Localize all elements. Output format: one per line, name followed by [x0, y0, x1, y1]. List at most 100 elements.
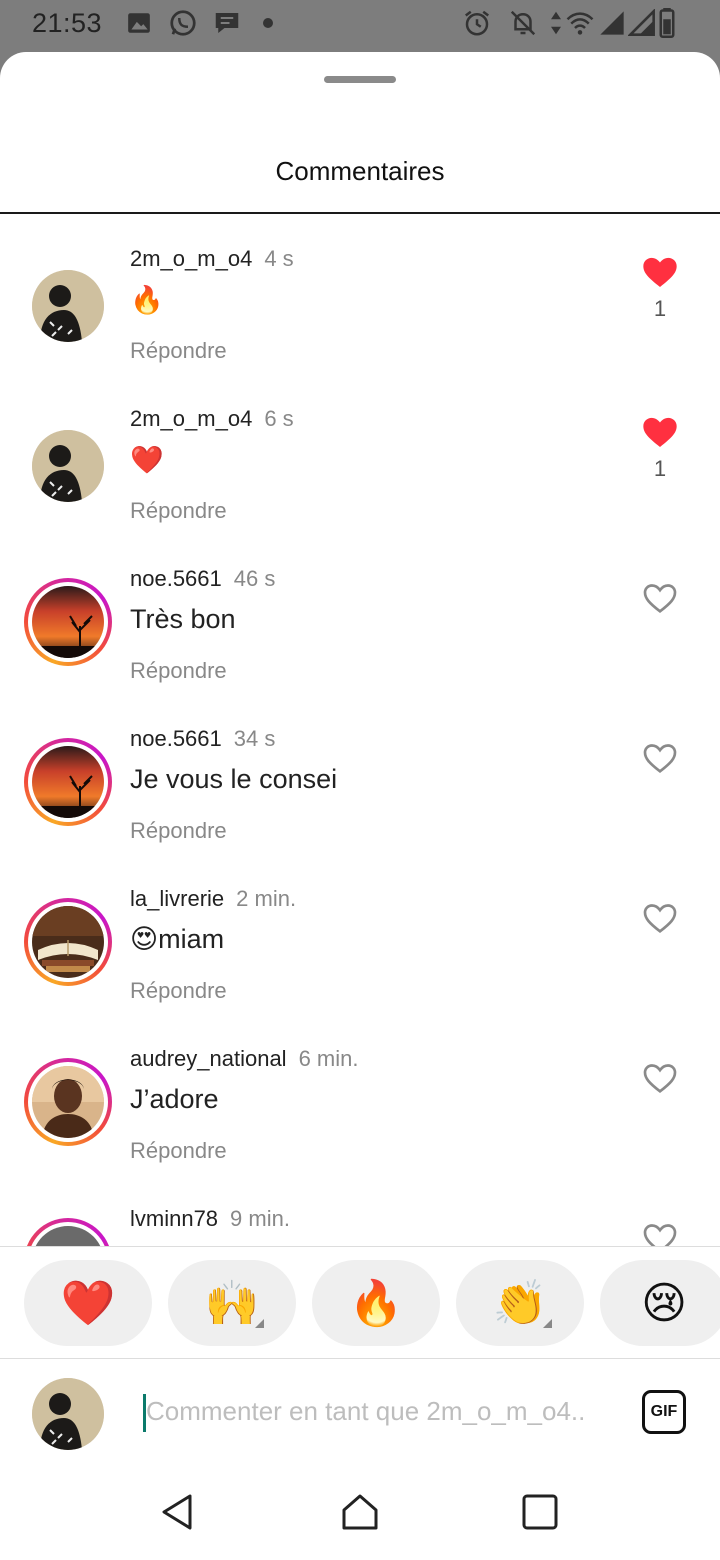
- comment-username[interactable]: audrey_national: [130, 1046, 287, 1071]
- wifi-icon: [564, 8, 596, 38]
- recents-icon[interactable]: [516, 1488, 564, 1536]
- comment-time: 6 min.: [298, 1046, 359, 1071]
- avatar-story-ring: [28, 1062, 108, 1142]
- heart-icon[interactable]: [640, 1058, 680, 1098]
- heart-filled-icon[interactable]: [640, 412, 680, 452]
- comment-avatar[interactable]: [24, 1218, 112, 1246]
- comment-row[interactable]: 2m_o_m_o4 6 s ❤️ Répondre 1: [0, 406, 720, 566]
- like-count: 1: [653, 456, 667, 481]
- comment-meta: la_livrerie 2 min.: [130, 886, 296, 912]
- reply-button[interactable]: Répondre: [130, 338, 227, 364]
- avatar-story-ring: [28, 1222, 108, 1246]
- comment-avatar[interactable]: [24, 738, 112, 826]
- comment-avatar[interactable]: [24, 898, 112, 986]
- reaction-fire-button[interactable]: 🔥: [312, 1260, 440, 1346]
- comment-text: 🔥: [130, 285, 164, 315]
- crying-face-emoji-icon: 😢: [641, 1278, 687, 1328]
- avatar-image: [32, 586, 104, 658]
- comment-time: 46 s: [233, 566, 276, 591]
- reaction-raised-hands-button[interactable]: 🙌: [168, 1260, 296, 1346]
- comment-username[interactable]: lvminn78: [130, 1206, 218, 1231]
- comment-meta: 2m_o_m_o4 6 s: [130, 406, 294, 432]
- comment-meta: noe.5661 34 s: [130, 726, 275, 752]
- comment-meta: lvminn78 9 min.: [130, 1206, 290, 1232]
- comment-composer: Commenter en tant que 2m_o_m_o4.. GIF: [0, 1370, 720, 1466]
- comment-time: 6 s: [264, 406, 294, 431]
- comment-time: 34 s: [233, 726, 276, 751]
- heart-filled-icon[interactable]: [640, 252, 680, 292]
- variants-indicator-icon: [543, 1319, 552, 1328]
- avatar-image: [32, 1066, 104, 1138]
- dot-icon: [262, 8, 274, 38]
- signal-icon: [598, 8, 626, 38]
- comment-input[interactable]: Commenter en tant que 2m_o_m_o4..: [146, 1396, 585, 1427]
- heart-icon[interactable]: [640, 898, 680, 938]
- signal-icon-2: [628, 8, 656, 38]
- reaction-crying-face-button[interactable]: 😢: [600, 1260, 720, 1346]
- comment-text: 😍miam: [130, 924, 225, 954]
- reply-button[interactable]: Répondre: [130, 978, 227, 1004]
- comment-username[interactable]: 2m_o_m_o4: [130, 406, 252, 431]
- home-icon[interactable]: [336, 1488, 384, 1536]
- like-count: 1: [653, 296, 667, 321]
- comments-sheet: Commentaires 2m_o_m_o4 4 s 🔥 Répondre 1 2m_o_…: [0, 52, 720, 1560]
- comment-text: Je vous le consei: [130, 764, 338, 794]
- comment-avatar[interactable]: [24, 262, 112, 350]
- comment-meta: audrey_national 6 min.: [130, 1046, 359, 1072]
- comment-avatar[interactable]: [24, 422, 112, 510]
- comment-meta: noe.5661 46 s: [130, 566, 275, 592]
- composer-divider: [0, 1358, 720, 1359]
- comment-text: Très bon: [130, 604, 236, 634]
- comment-row[interactable]: noe.5661 34 s Je vous le consei Répondre: [0, 726, 720, 886]
- comment-meta: 2m_o_m_o4 4 s: [130, 246, 294, 272]
- whatsapp-icon: [168, 8, 198, 38]
- comment-row[interactable]: la_livrerie 2 min. 😍miam Répondre: [0, 886, 720, 1046]
- heart-icon[interactable]: [640, 738, 680, 778]
- clapping-hands-emoji-icon: 👏: [492, 1279, 548, 1328]
- alarm-icon: [462, 8, 492, 38]
- comment-username[interactable]: noe.5661: [130, 726, 222, 751]
- variants-indicator-icon: [255, 1319, 264, 1328]
- avatar-image: [32, 906, 104, 978]
- data-icon: [548, 8, 564, 38]
- comment-username[interactable]: 2m_o_m_o4: [130, 246, 252, 271]
- reply-button[interactable]: Répondre: [130, 818, 227, 844]
- comment-time: 2 min.: [236, 886, 297, 911]
- reply-button[interactable]: Répondre: [130, 1138, 227, 1164]
- reaction-clapping-hands-button[interactable]: 👏: [456, 1260, 584, 1346]
- chat-icon: [212, 8, 242, 38]
- avatar-story-ring: [28, 902, 108, 982]
- comment-username[interactable]: la_livrerie: [130, 886, 224, 911]
- reply-button[interactable]: Répondre: [130, 498, 227, 524]
- comment-row[interactable]: lvminn78 9 min.: [0, 1206, 720, 1246]
- reaction-heart-button[interactable]: ❤️: [24, 1260, 152, 1346]
- status-time: 21:53: [32, 8, 103, 38]
- gif-button[interactable]: GIF: [642, 1390, 686, 1434]
- composer-avatar: [32, 1378, 104, 1450]
- comment-text: ❤️: [130, 445, 164, 475]
- reply-button[interactable]: Répondre: [130, 658, 227, 684]
- back-icon[interactable]: [154, 1488, 202, 1536]
- avatar-image: [32, 746, 104, 818]
- avatar-image: [32, 1226, 104, 1246]
- avatar-story-ring: [28, 582, 108, 662]
- sheet-grabber[interactable]: [324, 76, 396, 83]
- avatar-image: [32, 430, 104, 502]
- comment-avatar[interactable]: [24, 578, 112, 666]
- raised-hands-emoji-icon: 🙌: [204, 1279, 260, 1328]
- fire-emoji-icon: 🔥: [348, 1279, 404, 1328]
- comment-username[interactable]: noe.5661: [130, 566, 222, 591]
- heart-emoji-icon: ❤️: [60, 1279, 116, 1328]
- comment-avatar[interactable]: [24, 1058, 112, 1146]
- comment-list[interactable]: 2m_o_m_o4 4 s 🔥 Répondre 1 2m_o_m_o4 6 s ❤️ Répo…: [0, 214, 720, 1246]
- heart-icon[interactable]: [640, 1218, 680, 1246]
- heart-icon[interactable]: [640, 578, 680, 618]
- comment-row[interactable]: audrey_national 6 min. J’adore Répondre: [0, 1046, 720, 1206]
- quick-reactions-bar: ❤️ 🙌 🔥 👏 😢: [0, 1260, 720, 1348]
- battery-icon: [658, 8, 676, 38]
- avatar-story-ring: [28, 742, 108, 822]
- list-divider: [0, 1246, 720, 1247]
- image-icon: [126, 8, 152, 38]
- comment-row[interactable]: noe.5661 46 s Très bon Répondre: [0, 566, 720, 726]
- comment-row[interactable]: 2m_o_m_o4 4 s 🔥 Répondre 1: [0, 246, 720, 406]
